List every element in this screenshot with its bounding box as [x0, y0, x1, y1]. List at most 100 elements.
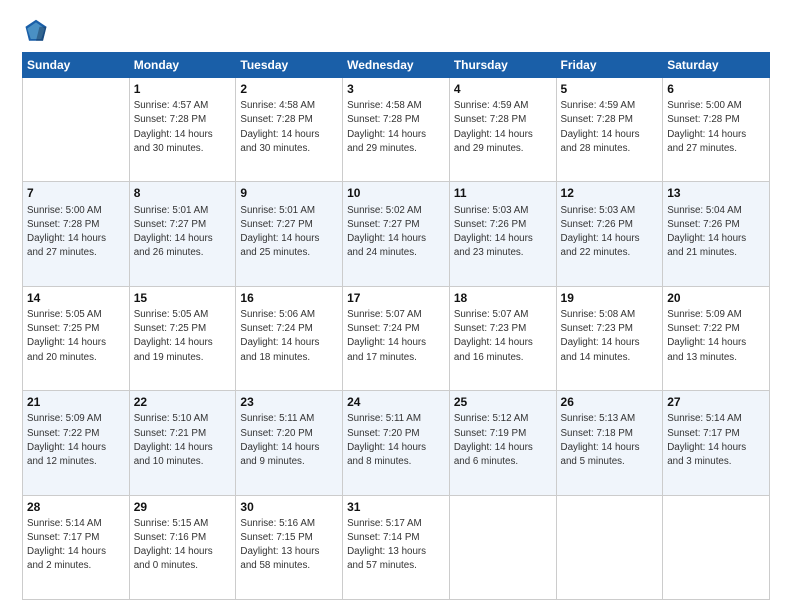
day-number: 11 [454, 185, 552, 201]
day-info: Sunrise: 4:58 AM Sunset: 7:28 PM Dayligh… [347, 100, 426, 154]
day-info: Sunrise: 5:16 AM Sunset: 7:15 PM Dayligh… [240, 518, 319, 572]
calendar-cell: 4Sunrise: 4:59 AM Sunset: 7:28 PM Daylig… [449, 78, 556, 182]
week-row-1: 1 Sunrise: 4:57 AM Sunset: 7:28 PM Daylig… [23, 78, 770, 182]
day-number: 22 [134, 394, 232, 410]
calendar-cell: 18Sunrise: 5:07 AM Sunset: 7:23 PM Dayli… [449, 286, 556, 390]
calendar-cell [23, 78, 130, 182]
day-number: 26 [561, 394, 659, 410]
calendar-cell: 24 Sunrise: 5:11 AM Sunset: 7:20 PM Dayli… [343, 391, 450, 495]
calendar-cell: 17 Sunrise: 5:07 AM Sunset: 7:24 PM Dayli… [343, 286, 450, 390]
day-number: 13 [667, 185, 765, 201]
calendar-cell: 19 Sunrise: 5:08 AM Sunset: 7:23 PM Dayli… [556, 286, 663, 390]
calendar-cell: 26 Sunrise: 5:13 AM Sunset: 7:18 PM Dayli… [556, 391, 663, 495]
calendar-cell: 14Sunrise: 5:05 AM Sunset: 7:25 PM Dayli… [23, 286, 130, 390]
day-info: Sunrise: 5:17 AM Sunset: 7:14 PM Dayligh… [347, 518, 426, 572]
calendar-cell: 29 Sunrise: 5:15 AM Sunset: 7:16 PM Dayli… [129, 495, 236, 599]
calendar-cell: 25Sunrise: 5:12 AM Sunset: 7:19 PM Dayli… [449, 391, 556, 495]
weekday-friday: Friday [556, 53, 663, 78]
page: SundayMondayTuesdayWednesdayThursdayFrid… [0, 0, 792, 612]
calendar-cell: 3 Sunrise: 4:58 AM Sunset: 7:28 PM Daylig… [343, 78, 450, 182]
day-info: Sunrise: 5:12 AM Sunset: 7:19 PM Dayligh… [454, 413, 533, 467]
day-info: Sunrise: 5:06 AM Sunset: 7:24 PM Dayligh… [240, 309, 319, 363]
calendar-cell: 7Sunrise: 5:00 AM Sunset: 7:28 PM Daylig… [23, 182, 130, 286]
day-number: 24 [347, 394, 445, 410]
calendar-cell [663, 495, 770, 599]
calendar-cell [556, 495, 663, 599]
day-number: 19 [561, 290, 659, 306]
day-info: Sunrise: 5:14 AM Sunset: 7:17 PM Dayligh… [667, 413, 746, 467]
logo [22, 18, 54, 46]
day-info: Sunrise: 5:01 AM Sunset: 7:27 PM Dayligh… [240, 205, 319, 259]
day-number: 12 [561, 185, 659, 201]
calendar-cell: 1 Sunrise: 4:57 AM Sunset: 7:28 PM Daylig… [129, 78, 236, 182]
calendar-cell: 31 Sunrise: 5:17 AM Sunset: 7:14 PM Dayli… [343, 495, 450, 599]
day-number: 10 [347, 185, 445, 201]
week-row-4: 21 Sunrise: 5:09 AM Sunset: 7:22 PM Dayli… [23, 391, 770, 495]
calendar-cell: 27 Sunrise: 5:14 AM Sunset: 7:17 PM Dayli… [663, 391, 770, 495]
day-info: Sunrise: 5:14 AM Sunset: 7:17 PM Dayligh… [27, 518, 106, 572]
calendar-cell: 13 Sunrise: 5:04 AM Sunset: 7:26 PM Dayli… [663, 182, 770, 286]
day-info: Sunrise: 5:09 AM Sunset: 7:22 PM Dayligh… [27, 413, 106, 467]
calendar-cell: 22 Sunrise: 5:10 AM Sunset: 7:21 PM Dayli… [129, 391, 236, 495]
day-number: 16 [240, 290, 338, 306]
day-info: Sunrise: 5:11 AM Sunset: 7:20 PM Dayligh… [347, 413, 426, 467]
calendar-cell: 6 Sunrise: 5:00 AM Sunset: 7:28 PM Daylig… [663, 78, 770, 182]
day-number: 3 [347, 81, 445, 97]
calendar-cell: 11 Sunrise: 5:03 AM Sunset: 7:26 PM Dayli… [449, 182, 556, 286]
calendar-cell: 16 Sunrise: 5:06 AM Sunset: 7:24 PM Dayli… [236, 286, 343, 390]
day-number: 7 [27, 185, 125, 201]
day-info: Sunrise: 5:01 AM Sunset: 7:27 PM Dayligh… [134, 205, 213, 259]
week-row-3: 14 Sunrise: 5:05 AM Sunset: 7:25 PM Dayli… [23, 286, 770, 390]
calendar-cell: 15 Sunrise: 5:05 AM Sunset: 7:25 PM Dayli… [129, 286, 236, 390]
day-info: Sunrise: 4:58 AM Sunset: 7:28 PM Dayligh… [240, 100, 319, 154]
day-number: 27 [667, 394, 765, 410]
day-number: 8 [134, 185, 232, 201]
calendar-cell: 2 Sunrise: 4:58 AM Sunset: 7:28 PM Daylig… [236, 78, 343, 182]
day-info: Sunrise: 4:57 AM Sunset: 7:28 PM Dayligh… [134, 100, 213, 154]
day-number: 14 [27, 290, 125, 306]
day-info: Sunrise: 5:03 AM Sunset: 7:26 PM Dayligh… [561, 205, 640, 259]
calendar-cell: 8 Sunrise: 5:01 AM Sunset: 7:27 PM Daylig… [129, 182, 236, 286]
day-number: 29 [134, 499, 232, 515]
calendar-cell: 9 Sunrise: 5:01 AM Sunset: 7:27 PM Daylig… [236, 182, 343, 286]
day-number: 30 [240, 499, 338, 515]
day-number: 28 [27, 499, 125, 515]
day-info: Sunrise: 5:08 AM Sunset: 7:23 PM Dayligh… [561, 309, 640, 363]
weekday-saturday: Saturday [663, 53, 770, 78]
day-number: 5 [561, 81, 659, 97]
day-info: Sunrise: 5:15 AM Sunset: 7:16 PM Dayligh… [134, 518, 213, 572]
day-info: Sunrise: 5:07 AM Sunset: 7:24 PM Dayligh… [347, 309, 426, 363]
day-number: 18 [454, 290, 552, 306]
calendar-cell [449, 495, 556, 599]
calendar-cell: 10Sunrise: 5:02 AM Sunset: 7:27 PM Dayli… [343, 182, 450, 286]
day-info: Sunrise: 5:11 AM Sunset: 7:20 PM Dayligh… [240, 413, 319, 467]
weekday-tuesday: Tuesday [236, 53, 343, 78]
calendar-table: SundayMondayTuesdayWednesdayThursdayFrid… [22, 52, 770, 600]
day-info: Sunrise: 5:10 AM Sunset: 7:21 PM Dayligh… [134, 413, 213, 467]
week-row-5: 28 Sunrise: 5:14 AM Sunset: 7:17 PM Dayli… [23, 495, 770, 599]
weekday-sunday: Sunday [23, 53, 130, 78]
day-info: Sunrise: 5:13 AM Sunset: 7:18 PM Dayligh… [561, 413, 640, 467]
calendar-cell: 20Sunrise: 5:09 AM Sunset: 7:22 PM Dayli… [663, 286, 770, 390]
day-number: 1 [134, 81, 232, 97]
day-number: 21 [27, 394, 125, 410]
weekday-thursday: Thursday [449, 53, 556, 78]
day-number: 17 [347, 290, 445, 306]
calendar-cell: 23Sunrise: 5:11 AM Sunset: 7:20 PM Dayli… [236, 391, 343, 495]
day-number: 4 [454, 81, 552, 97]
day-number: 2 [240, 81, 338, 97]
day-number: 9 [240, 185, 338, 201]
day-info: Sunrise: 5:05 AM Sunset: 7:25 PM Dayligh… [134, 309, 213, 363]
calendar-cell: 30 Sunrise: 5:16 AM Sunset: 7:15 PM Dayli… [236, 495, 343, 599]
day-info: Sunrise: 5:04 AM Sunset: 7:26 PM Dayligh… [667, 205, 746, 259]
weekday-monday: Monday [129, 53, 236, 78]
day-number: 6 [667, 81, 765, 97]
calendar-cell: 28 Sunrise: 5:14 AM Sunset: 7:17 PM Dayli… [23, 495, 130, 599]
day-info: Sunrise: 5:03 AM Sunset: 7:26 PM Dayligh… [454, 205, 533, 259]
weekday-wednesday: Wednesday [343, 53, 450, 78]
day-number: 15 [134, 290, 232, 306]
day-info: Sunrise: 5:00 AM Sunset: 7:28 PM Dayligh… [667, 100, 746, 154]
calendar-cell: 21 Sunrise: 5:09 AM Sunset: 7:22 PM Dayli… [23, 391, 130, 495]
day-number: 31 [347, 499, 445, 515]
weekday-header-row: SundayMondayTuesdayWednesdayThursdayFrid… [23, 53, 770, 78]
